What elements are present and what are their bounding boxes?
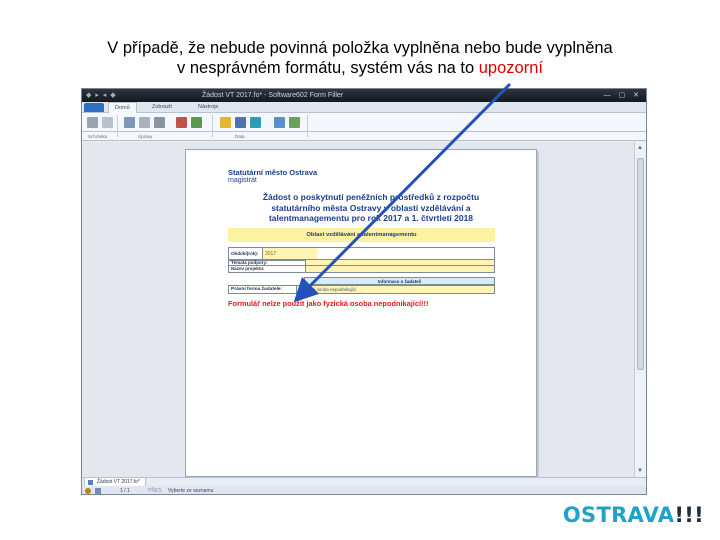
validation-error: Formulář nelze použít jako fyzická osoba… <box>228 299 429 308</box>
logo-text: OSTRAVA <box>562 503 675 527</box>
window-controls[interactable]: — ▢ ✕ <box>604 89 642 102</box>
org-name: Statutární město Ostrava <box>228 168 318 177</box>
spellcheck-icon[interactable] <box>124 117 135 128</box>
replace-icon[interactable] <box>154 117 165 128</box>
slide-caption: V případě, že nebude povinná položka vyp… <box>0 38 720 78</box>
window-title: Žádost VT 2017.fo* - Software602 Form Fi… <box>202 92 344 99</box>
caption-highlight: upozorní <box>478 59 543 77</box>
validate-icon[interactable] <box>250 117 261 128</box>
form-page: Statutární město Ostrava magistrát Žádos… <box>185 149 537 477</box>
attach-icon[interactable] <box>220 117 231 128</box>
project-name-input[interactable] <box>305 266 494 272</box>
ribbon-tabs: Domů Zobrazit Nástroje <box>82 102 646 113</box>
status-lock-icon <box>85 488 91 494</box>
scroll-thumb[interactable] <box>637 158 644 370</box>
submit-icon[interactable] <box>274 117 285 128</box>
import-icon[interactable] <box>176 117 187 128</box>
save-data-icon[interactable] <box>289 117 300 128</box>
group-separator <box>212 115 213 137</box>
status-hint: Vyberte ze seznamu <box>168 488 214 494</box>
tab-home[interactable]: Domů <box>108 102 137 113</box>
group-label-data: Data <box>235 134 245 139</box>
applicant-info-header: Informace o žadateli <box>304 277 495 285</box>
document-tab-label: Žádost VT 2017.fo* <box>97 479 140 485</box>
caption-line-2-text: v nesprávném formátu, systém vás na to <box>177 59 479 77</box>
group-separator <box>307 115 308 137</box>
vertical-scrollbar[interactable]: ▲ ▼ <box>634 142 646 477</box>
heading-line: Žádost o poskytnutí peněžních prostředků… <box>262 192 480 202</box>
form-filler-window: ◆ ▸ ◂ ◆ Žádost VT 2017.fo* - Software602… <box>81 88 647 495</box>
legal-form-label: Právní forma žadatele: <box>231 287 283 292</box>
caption-line-2: v nesprávném formátu, systém vás na to u… <box>0 58 720 78</box>
scroll-up-icon[interactable]: ▲ <box>637 145 643 151</box>
org-sub: magistrát <box>228 177 257 184</box>
status-form-icon <box>95 488 101 494</box>
group-label-edits: Úpravy <box>138 134 153 139</box>
project-fields: Témata podpory: Název projektu: <box>228 259 495 273</box>
scroll-down-icon[interactable]: ▼ <box>637 468 643 474</box>
group-label-clipboard: Schránka <box>88 134 108 139</box>
area-band: Oblast vzdělávání a talentmanagementu <box>228 228 495 242</box>
document-icon <box>88 480 93 485</box>
field-label: Název projektu: <box>231 266 265 271</box>
ribbon-group-labels <box>82 132 646 141</box>
overwrite-mode: PŘES <box>148 488 162 494</box>
group-separator <box>117 115 118 137</box>
export-icon[interactable] <box>191 117 202 128</box>
find-icon[interactable] <box>139 117 150 128</box>
paste-icon[interactable] <box>87 117 98 128</box>
form-heading: Žádost o poskytnutí peněžních prostředků… <box>226 192 516 224</box>
legal-form-row: Právní forma žadatele: Fyzická osoba nep… <box>228 285 495 294</box>
ostrava-logo: OSTRAVA!!! <box>563 503 704 527</box>
cut-icon[interactable] <box>102 117 113 128</box>
title-bar: ◆ ▸ ◂ ◆ Žádost VT 2017.fo* - Software602… <box>82 89 646 102</box>
quick-access-toolbar[interactable]: ◆ ▸ ◂ ◆ <box>86 89 117 102</box>
logo-suffix: !!! <box>674 503 704 527</box>
legal-form-select[interactable]: Fyzická osoba nepodnikající <box>296 286 494 293</box>
heading-line: statutárního města Ostravy v oblasti vzd… <box>271 202 471 213</box>
tab-view[interactable]: Zobrazit <box>146 102 178 113</box>
heading-line: talentmanagementu pro rok 2017 a 1. čtvr… <box>268 213 474 223</box>
sign-icon[interactable] <box>235 117 246 128</box>
tab-tools[interactable]: Nástroje <box>192 102 224 113</box>
status-bar: 1 / 1 PŘES Vyberte ze seznamu <box>82 486 646 494</box>
page-indicator: 1 / 1 <box>120 488 130 494</box>
topics-input[interactable] <box>305 260 494 265</box>
file-menu-button[interactable] <box>84 103 104 112</box>
caption-line-1: V případě, že nebude povinná položka vyp… <box>107 39 613 57</box>
document-tabs: Žádost VT 2017.fo* <box>82 477 646 487</box>
ribbon <box>82 113 646 132</box>
